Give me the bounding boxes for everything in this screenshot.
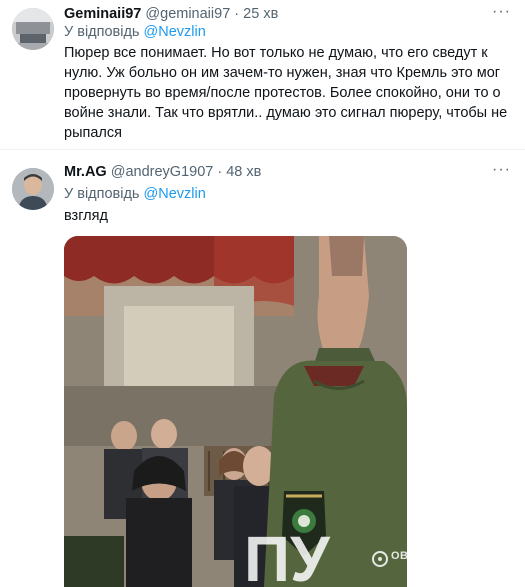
separator-dot: · <box>234 6 240 22</box>
tweet-2[interactable]: Mr.AG @andreyG1907 · 48 хв ··· У відпові… <box>0 150 525 587</box>
reply-context: У відповідь @Nevzlin <box>64 186 206 202</box>
avatar-image <box>12 8 54 50</box>
tweet-1[interactable]: Geminaii97 @geminaii97 · 25 хв ··· У від… <box>0 0 525 150</box>
reply-prefix: У відповідь <box>64 186 140 202</box>
user-handle[interactable]: @geminaii97 <box>145 6 230 22</box>
tweet-media-photo[interactable]: ПУ OBOZREVATEL <box>64 236 407 587</box>
mention-link[interactable]: @Nevzlin <box>144 186 206 202</box>
timestamp[interactable]: 25 хв <box>243 6 278 22</box>
tweet-text: Пюрер все понимает. Но вот только не дум… <box>64 45 508 141</box>
timestamp[interactable]: 48 хв <box>226 164 261 180</box>
display-name[interactable]: Mr.AG <box>64 164 107 180</box>
user-handle[interactable]: @andreyG1907 <box>111 164 214 180</box>
avatar[interactable] <box>12 8 54 50</box>
separator-dot: · <box>217 164 223 180</box>
avatar[interactable] <box>12 168 54 210</box>
tweet-header: Geminaii97 @geminaii97 · 25 хв <box>64 6 278 22</box>
avatar-image <box>12 168 54 210</box>
tweet-text: взгляд <box>64 208 108 224</box>
reply-prefix: У відповідь <box>64 24 140 40</box>
watermark-text: OBOZREVATEL <box>391 550 407 562</box>
more-icon[interactable]: ··· <box>492 161 511 179</box>
display-name[interactable]: Geminaii97 <box>64 6 141 22</box>
more-icon[interactable]: ··· <box>492 3 511 21</box>
overlay-text: ПУ <box>244 523 331 587</box>
mention-link[interactable]: @Nevzlin <box>144 24 206 40</box>
reply-context: У відповідь @Nevzlin <box>64 24 206 40</box>
tweet-header: Mr.AG @andreyG1907 · 48 хв <box>64 164 261 180</box>
photo-image: ПУ <box>64 236 407 587</box>
